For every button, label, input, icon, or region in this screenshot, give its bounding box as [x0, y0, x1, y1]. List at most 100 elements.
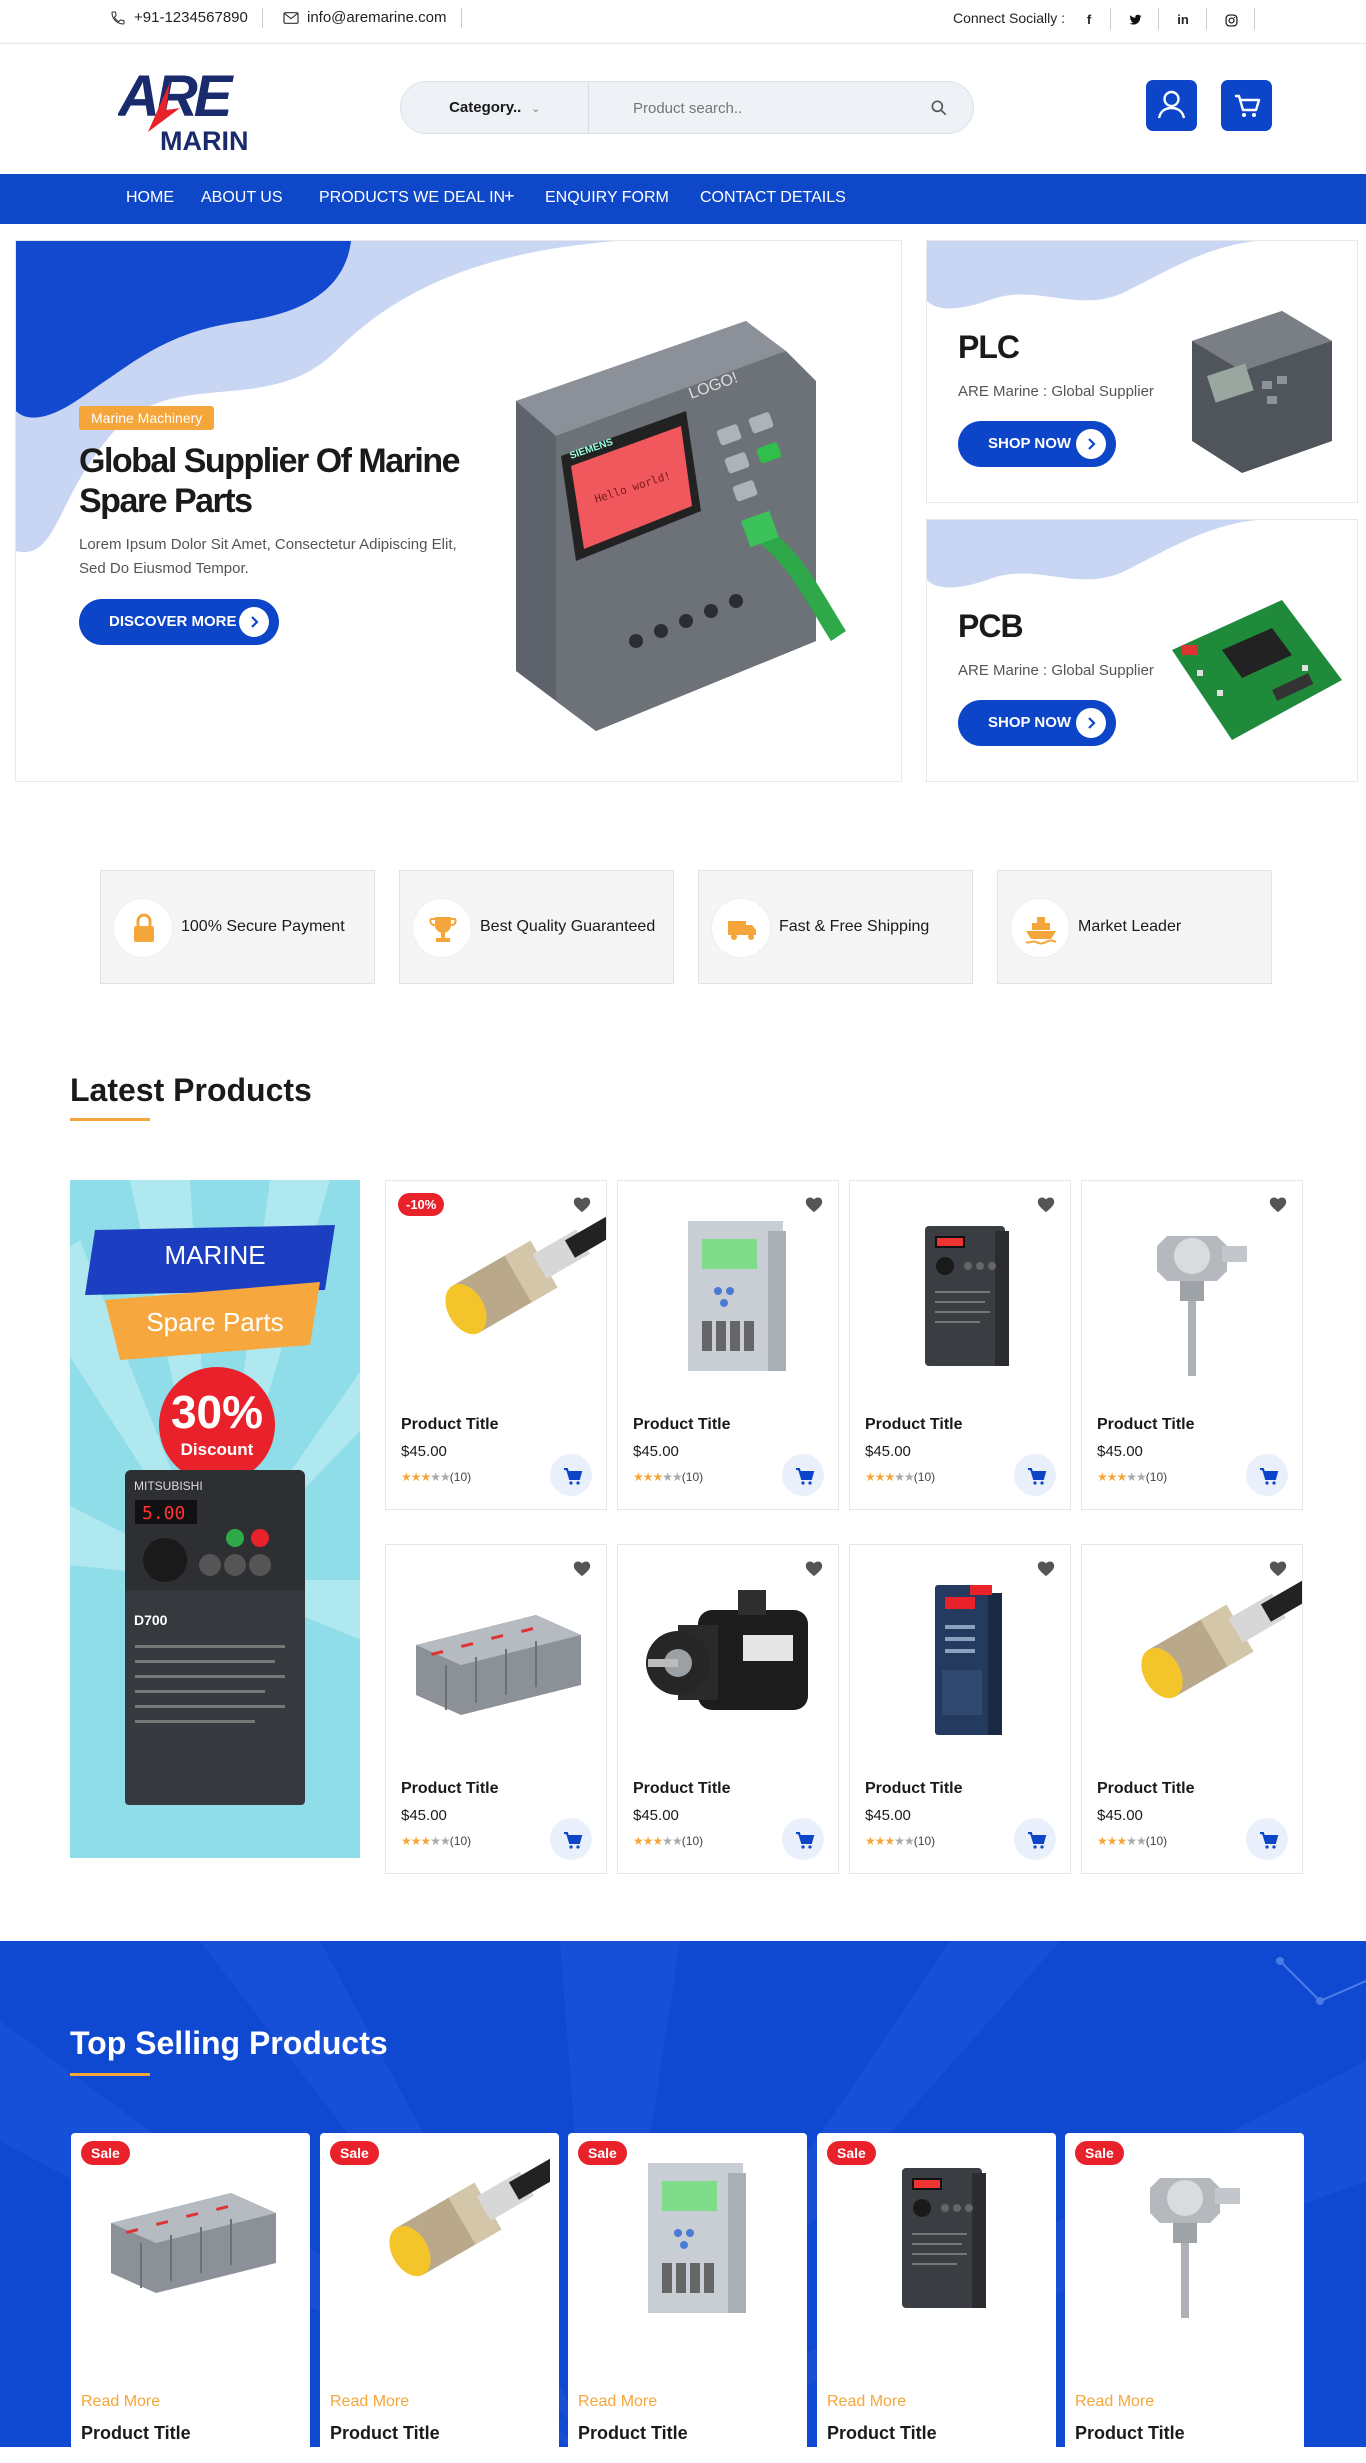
- sale-badge: Sale: [578, 2141, 627, 2165]
- feature-fast-shipping: Fast & Free Shipping: [698, 870, 973, 984]
- product-card[interactable]: Product Title $45.00 ★★★★★(10): [1081, 1180, 1303, 1510]
- top-selling-card[interactable]: Sale Read More Product Title: [568, 2133, 807, 2463]
- product-image[interactable]: [386, 1211, 619, 1381]
- phone-contact[interactable]: +91-1234567890: [110, 9, 248, 26]
- phone-icon: [111, 10, 125, 25]
- product-image[interactable]: [618, 1211, 838, 1381]
- product-title[interactable]: Product Title: [578, 2423, 688, 2444]
- product-image[interactable]: [330, 2153, 563, 2353]
- product-rating: ★★★★★(10): [401, 1834, 471, 1848]
- nav-enquiry-form[interactable]: ENQUIRY FORM: [545, 189, 669, 207]
- add-to-cart-button[interactable]: [782, 1454, 824, 1496]
- divider: [1158, 8, 1159, 30]
- feature-best-quality: Best Quality Guaranteed: [399, 870, 674, 984]
- product-image[interactable]: [618, 1575, 838, 1745]
- product-title[interactable]: Product Title: [827, 2423, 937, 2444]
- category-select[interactable]: Category.. ⌄: [401, 82, 589, 133]
- add-to-cart-button[interactable]: [550, 1818, 592, 1860]
- facebook-icon[interactable]: f: [1076, 9, 1102, 31]
- rating-count: (10): [1145, 1470, 1168, 1484]
- top-selling-card[interactable]: Sale Read More Product Title: [71, 2133, 310, 2463]
- add-to-cart-button[interactable]: [782, 1818, 824, 1860]
- search-input[interactable]: [633, 96, 913, 120]
- add-to-cart-button[interactable]: [1246, 1818, 1288, 1860]
- product-image[interactable]: [850, 1211, 1070, 1381]
- sale-badge: Sale: [330, 2141, 379, 2165]
- product-card[interactable]: -10% Product Title $45.00 ★★★★★(10): [385, 1180, 619, 1510]
- star-rating-icon: ★★★: [1097, 1834, 1127, 1848]
- add-to-cart-button[interactable]: [1246, 1454, 1288, 1496]
- star-rating-icon: ★★: [662, 1834, 682, 1848]
- product-card[interactable]: Product Title $45.00 ★★★★★(10): [617, 1544, 839, 1874]
- side-banner-title: PLC: [958, 329, 1020, 365]
- cart-icon: [564, 1468, 583, 1485]
- nav-contact-details[interactable]: CONTACT DETAILS: [700, 189, 846, 207]
- product-card[interactable]: Product Title $45.00 ★★★★★(10): [385, 1544, 607, 1874]
- product-title[interactable]: Product Title: [633, 1416, 731, 1434]
- star-rating-icon: ★★★: [633, 1470, 663, 1484]
- plc-product-image: [1192, 311, 1332, 473]
- product-card[interactable]: Product Title $45.00 ★★★★★(10): [849, 1544, 1071, 1874]
- product-card[interactable]: Product Title $45.00 ★★★★★(10): [617, 1180, 839, 1510]
- plus-icon[interactable]: +: [504, 186, 515, 207]
- product-title[interactable]: Product Title: [1075, 2423, 1185, 2444]
- product-image[interactable]: [578, 2153, 798, 2353]
- product-image[interactable]: [1082, 1211, 1302, 1381]
- cart-button[interactable]: [1221, 80, 1272, 131]
- product-title[interactable]: Product Title: [865, 1416, 963, 1434]
- account-button[interactable]: [1146, 80, 1197, 131]
- top-selling-card[interactable]: Sale Read More Product Title: [1065, 2133, 1304, 2463]
- product-title[interactable]: Product Title: [633, 1780, 731, 1798]
- nav-about-us[interactable]: ABOUT US: [201, 189, 283, 207]
- read-more-link[interactable]: Read More: [81, 2393, 160, 2411]
- top-selling-card[interactable]: Sale Read More Product Title: [320, 2133, 563, 2463]
- email-contact[interactable]: info@aremarine.com: [283, 9, 446, 26]
- side-banner-subtitle: ARE Marine : Global Supplier: [958, 662, 1154, 679]
- product-title[interactable]: Product Title: [865, 1780, 963, 1798]
- read-more-link[interactable]: Read More: [330, 2393, 409, 2411]
- product-title[interactable]: Product Title: [1097, 1416, 1195, 1434]
- feature-label: 100% Secure Payment: [181, 918, 345, 935]
- heading-underline: [70, 2073, 150, 2076]
- product-image[interactable]: [81, 2153, 301, 2353]
- instagram-icon[interactable]: [1218, 9, 1244, 31]
- product-title[interactable]: Product Title: [1097, 1780, 1195, 1798]
- divider: [262, 8, 263, 28]
- product-card[interactable]: Product Title $45.00 ★★★★★(10): [849, 1180, 1071, 1510]
- product-card[interactable]: Product Title $45.00 ★★★★★(10): [1081, 1544, 1315, 1874]
- add-to-cart-button[interactable]: [1014, 1454, 1056, 1496]
- rating-count: (10): [913, 1834, 936, 1848]
- nav-products[interactable]: PRODUCTS WE DEAL IN: [319, 189, 505, 207]
- promo-banner[interactable]: MARINE Spare Parts 30% Discount MITSUBIS…: [70, 1180, 360, 1858]
- nav-home[interactable]: HOME: [126, 189, 174, 207]
- product-image[interactable]: [386, 1575, 606, 1745]
- product-price: $45.00: [633, 1807, 679, 1824]
- feature-label: Fast & Free Shipping: [779, 918, 930, 935]
- product-title[interactable]: Product Title: [401, 1416, 499, 1434]
- product-image[interactable]: [1082, 1575, 1315, 1745]
- top-selling-card[interactable]: Sale Read More Product Title: [817, 2133, 1056, 2463]
- star-rating-icon: ★★★: [401, 1834, 431, 1848]
- product-title[interactable]: Product Title: [330, 2423, 440, 2444]
- divider: [1110, 8, 1111, 30]
- product-image[interactable]: [827, 2153, 1047, 2353]
- rating-count: (10): [681, 1834, 704, 1848]
- read-more-link[interactable]: Read More: [578, 2393, 657, 2411]
- product-title[interactable]: Product Title: [81, 2423, 191, 2444]
- twitter-icon[interactable]: [1122, 9, 1148, 31]
- site-logo[interactable]: ARE MARINE: [116, 62, 267, 156]
- read-more-link[interactable]: Read More: [827, 2393, 906, 2411]
- add-to-cart-button[interactable]: [1014, 1818, 1056, 1860]
- add-to-cart-button[interactable]: [550, 1454, 592, 1496]
- product-image[interactable]: [850, 1575, 1070, 1745]
- search-icon[interactable]: [929, 98, 949, 118]
- promo-discount: Discount: [180, 1440, 254, 1459]
- product-title[interactable]: Product Title: [401, 1780, 499, 1798]
- inverter-brand-text: MITSUBISHI: [134, 1479, 203, 1493]
- product-image[interactable]: [1075, 2153, 1295, 2353]
- linkedin-icon[interactable]: in: [1170, 9, 1196, 31]
- discover-more-button[interactable]: DISCOVER MORE: [79, 599, 279, 645]
- shop-now-button[interactable]: SHOP NOW: [958, 700, 1116, 746]
- read-more-link[interactable]: Read More: [1075, 2393, 1154, 2411]
- shop-now-button[interactable]: SHOP NOW: [958, 421, 1116, 467]
